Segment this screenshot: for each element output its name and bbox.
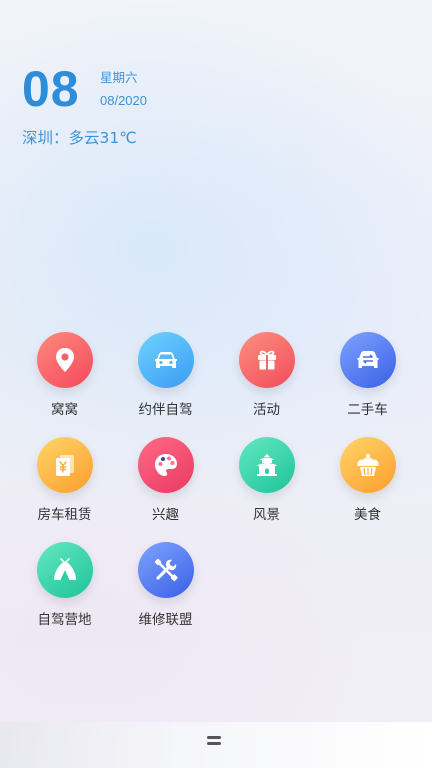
- app-label-campsite: 自驾营地: [37, 612, 92, 628]
- tent-icon: [53, 558, 76, 580]
- pavilion-icon: [256, 454, 277, 476]
- menu-handle-icon[interactable]: [207, 736, 223, 750]
- car-exchange-icon: [357, 351, 378, 368]
- app-item-wowo[interactable]: 窝窝: [14, 332, 115, 437]
- date-month-year: 08/2020: [100, 93, 147, 108]
- app-icon-rv-rental: [36, 437, 93, 493]
- app-label-carpool: 约伴自驾: [138, 402, 193, 418]
- date-day: 08: [22, 61, 80, 117]
- app-icon-campsite: [36, 542, 93, 598]
- app-item-carpool[interactable]: 约伴自驾: [115, 332, 216, 437]
- app-label-used-car: 二手车: [347, 402, 388, 418]
- app-label-scenery: 风景: [253, 507, 280, 523]
- yuan-document-icon: [55, 455, 74, 476]
- car-icon: [154, 352, 177, 368]
- app-item-campsite[interactable]: 自驾营地: [14, 542, 115, 647]
- app-label-interest: 兴趣: [152, 507, 179, 523]
- gift-icon: [257, 350, 276, 370]
- tools-icon: [154, 558, 178, 582]
- weather-info: 深圳：多云31℃: [22, 129, 137, 147]
- app-item-scenery[interactable]: 风景: [216, 437, 317, 542]
- location-pin-icon: [55, 348, 74, 372]
- app-label-wowo: 窝窝: [51, 402, 78, 418]
- app-item-repair-alliance[interactable]: 维修联盟: [115, 542, 216, 647]
- app-icon-repair-alliance: [137, 542, 194, 598]
- app-item-used-car[interactable]: 二手车: [317, 332, 418, 437]
- palette-icon: [154, 454, 177, 476]
- app-label-rv-rental: 房车租赁: [37, 507, 92, 523]
- app-icon-scenery: [238, 437, 295, 493]
- app-icon-activity: [238, 332, 295, 388]
- app-label-repair-alliance: 维修联盟: [138, 612, 193, 628]
- app-grid: 窝窝 约伴自驾 活动 二手车 房车租赁 兴趣 风景 美食 自驾营地 维修联盟: [14, 332, 418, 647]
- app-item-rv-rental[interactable]: 房车租赁: [14, 437, 115, 542]
- app-icon-food: [339, 437, 396, 493]
- app-item-food[interactable]: 美食: [317, 437, 418, 542]
- app-icon-carpool: [137, 332, 194, 388]
- app-item-interest[interactable]: 兴趣: [115, 437, 216, 542]
- app-icon-interest: [137, 437, 194, 493]
- app-icon-wowo: [36, 332, 93, 388]
- app-label-food: 美食: [354, 507, 381, 523]
- app-label-activity: 活动: [253, 402, 280, 418]
- app-icon-used-car: [339, 332, 396, 388]
- date-weekday: 星期六: [100, 70, 138, 85]
- app-item-activity[interactable]: 活动: [216, 332, 317, 437]
- cupcake-icon: [356, 454, 379, 476]
